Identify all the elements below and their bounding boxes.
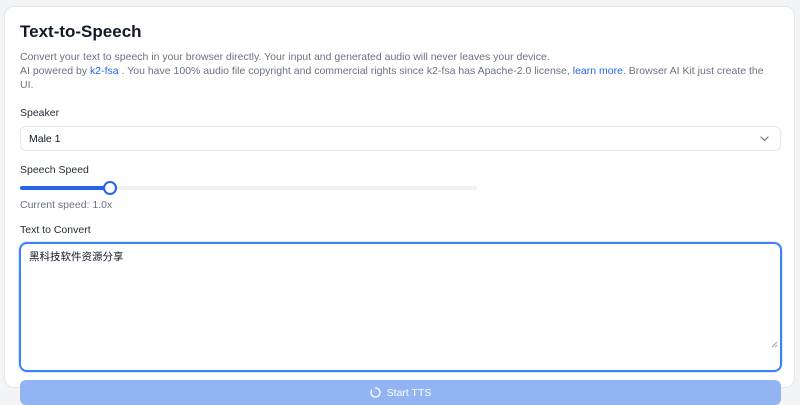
text-to-convert-label: Text to Convert <box>20 224 91 236</box>
description-prefix: AI powered by <box>20 65 91 77</box>
chevron-down-icon <box>758 133 770 145</box>
speaker-label: Speaker <box>20 107 60 119</box>
description: Convert your text to speech in your brow… <box>20 50 779 92</box>
speech-speed-label: Speech Speed <box>20 164 89 176</box>
page-title: Text-to-Speech <box>20 22 142 41</box>
slider-thumb[interactable] <box>103 181 118 195</box>
description-line-2: AI powered by k2-fsa . You have 100% aud… <box>20 64 779 92</box>
current-speed-text: Current speed: 1.0x <box>20 199 113 211</box>
k2-fsa-link[interactable]: k2-fsa <box>90 65 119 77</box>
start-tts-button[interactable]: Start TTS <box>20 380 781 405</box>
description-line-1: Convert your text to speech in your brow… <box>20 51 550 63</box>
description-middle: . You have 100% audio file copyright and… <box>118 65 573 77</box>
speaker-select[interactable]: Male 1 <box>20 126 781 151</box>
speech-speed-slider[interactable] <box>20 181 477 195</box>
slider-fill <box>20 186 111 190</box>
learn-more-link[interactable]: learn more <box>573 65 623 77</box>
spinner-icon <box>370 387 381 398</box>
speaker-selected-value: Male 1 <box>29 132 61 145</box>
text-to-convert-input[interactable]: 黑科技软件资源分享 <box>19 242 782 372</box>
start-tts-label: Start TTS <box>386 386 432 399</box>
tts-card: Text-to-Speech Convert your text to spee… <box>4 6 795 405</box>
resize-grip-icon[interactable] <box>770 335 778 348</box>
